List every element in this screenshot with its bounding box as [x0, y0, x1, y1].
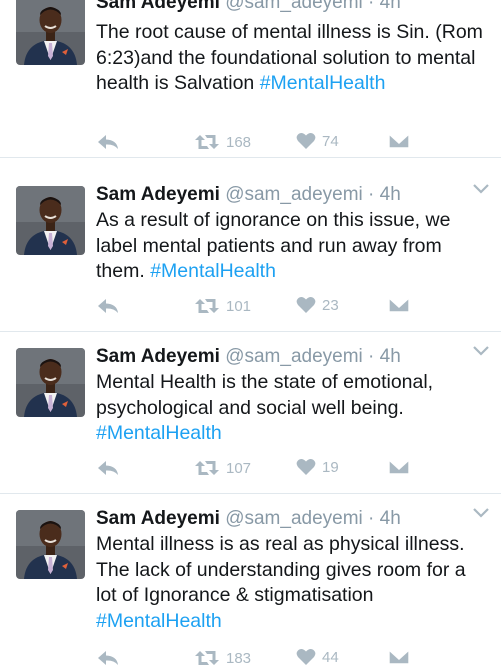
author-handle[interactable]: @sam_adeyemi — [225, 508, 363, 529]
tweet-time[interactable]: 4h — [380, 346, 401, 367]
retweet-icon — [195, 135, 219, 149]
tweet-header: Sam Adeyemi @sam_adeyemi · 4h — [96, 346, 401, 367]
like-button[interactable]: 74 — [296, 132, 339, 150]
reply-icon — [98, 651, 118, 665]
like-count: 44 — [322, 648, 339, 666]
tweet-text: The root cause of mental illness is Sin.… — [96, 20, 491, 97]
tweet-menu-button[interactable] — [472, 344, 490, 356]
retweet-button[interactable]: 101 — [194, 296, 251, 316]
heart-icon — [296, 133, 316, 149]
author-handle[interactable]: @sam_adeyemi — [225, 184, 363, 205]
tweet-body: Mental Health is the state of emotional,… — [96, 371, 434, 419]
retweet-count: 107 — [226, 459, 252, 477]
heart-icon — [296, 649, 316, 665]
retweet-button[interactable]: 107 — [194, 458, 251, 478]
like-count: 19 — [322, 458, 339, 476]
tweet-body: Mental illness is as real as physical il… — [96, 533, 466, 607]
hashtag-link[interactable]: #MentalHealth — [260, 72, 386, 94]
tweet-actions: 183 44 — [96, 648, 426, 672]
author-name[interactable]: Sam Adeyemi — [96, 0, 220, 13]
retweet-count: 183 — [226, 649, 252, 667]
retweet-icon — [195, 461, 219, 475]
chevron-down-icon — [473, 508, 489, 518]
tweet-actions: 101 23 — [96, 296, 426, 320]
avatar[interactable] — [16, 348, 85, 417]
tweet[interactable]: Sam Adeyemi @sam_adeyemi · 4h Mental Hea… — [0, 332, 501, 494]
like-button[interactable]: 23 — [296, 296, 339, 314]
tweet-header: Sam Adeyemi @sam_adeyemi · 4h — [96, 0, 401, 16]
like-button[interactable]: 44 — [296, 648, 339, 666]
author-handle[interactable]: @sam_adeyemi — [225, 0, 363, 13]
tweet[interactable]: Sam Adeyemi @sam_adeyemi · 4h The root c… — [0, 0, 501, 158]
retweet-button[interactable]: 183 — [194, 648, 251, 668]
tweet-header: Sam Adeyemi @sam_adeyemi · 4h — [96, 184, 401, 205]
avatar[interactable] — [16, 510, 85, 579]
retweet-count: 101 — [226, 297, 252, 315]
retweet-button[interactable]: 168 — [194, 132, 251, 152]
direct-message-icon — [388, 649, 410, 665]
hashtag-link[interactable]: #MentalHealth — [96, 610, 222, 632]
chevron-down-icon — [473, 346, 489, 356]
like-button[interactable]: 19 — [296, 458, 339, 476]
tweet-text: Mental illness is as real as physical il… — [96, 532, 491, 634]
tweet-text: As a result of ignorance on this issue, … — [96, 208, 491, 285]
reply-button[interactable] — [96, 296, 120, 316]
tweet-time[interactable]: 4h — [380, 0, 401, 13]
retweet-icon — [195, 651, 219, 665]
reply-icon — [98, 135, 118, 149]
tweet[interactable]: Sam Adeyemi @sam_adeyemi · 4h Mental ill… — [0, 494, 501, 667]
hashtag-link[interactable]: #MentalHealth — [150, 260, 276, 282]
tweet-menu-button[interactable] — [472, 506, 490, 518]
author-name[interactable]: Sam Adeyemi — [96, 346, 220, 367]
direct-message-icon — [388, 459, 410, 475]
tweet-menu-button[interactable] — [472, 182, 490, 194]
chevron-down-icon — [473, 184, 489, 194]
reply-button[interactable] — [96, 648, 120, 668]
direct-message-icon — [388, 133, 410, 149]
direct-message-icon — [388, 297, 410, 313]
reply-icon — [98, 299, 118, 313]
direct-message-button[interactable] — [388, 648, 410, 666]
like-count: 23 — [322, 296, 339, 314]
hashtag-link[interactable]: #MentalHealth — [96, 422, 222, 444]
author-name[interactable]: Sam Adeyemi — [96, 508, 220, 529]
tweet-actions: 107 19 — [96, 458, 426, 482]
avatar[interactable] — [16, 0, 85, 65]
direct-message-button[interactable] — [388, 458, 410, 476]
tweet-time[interactable]: 4h — [380, 184, 401, 205]
tweet-header: Sam Adeyemi @sam_adeyemi · 4h — [96, 508, 401, 529]
avatar[interactable] — [16, 186, 85, 255]
tweet-time[interactable]: 4h — [380, 508, 401, 529]
direct-message-button[interactable] — [388, 132, 410, 150]
direct-message-button[interactable] — [388, 296, 410, 314]
reply-button[interactable] — [96, 458, 120, 478]
reply-icon — [98, 461, 118, 475]
author-handle[interactable]: @sam_adeyemi — [225, 346, 363, 367]
author-name[interactable]: Sam Adeyemi — [96, 184, 220, 205]
retweet-icon — [195, 299, 219, 313]
like-count: 74 — [322, 132, 339, 150]
tweet[interactable]: Sam Adeyemi @sam_adeyemi · 4h As a resul… — [0, 170, 501, 332]
tweet-actions: 168 74 — [96, 132, 426, 156]
heart-icon — [296, 459, 316, 475]
reply-button[interactable] — [96, 132, 120, 152]
heart-icon — [296, 297, 316, 313]
retweet-count: 168 — [226, 133, 252, 151]
tweet-text: Mental Health is the state of emotional,… — [96, 370, 491, 447]
